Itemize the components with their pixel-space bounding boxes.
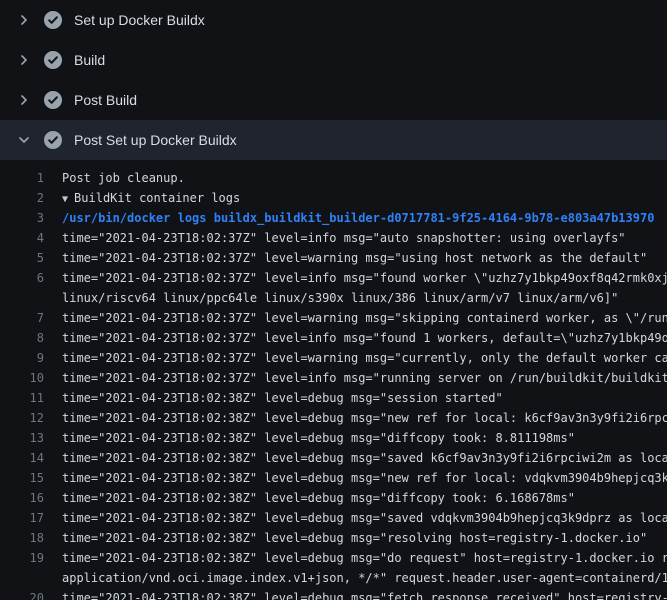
log-line: 7 time="2021-04-23T18:02:37Z" level=warni…	[0, 308, 667, 328]
log-text: time="2021-04-23T18:02:38Z" level=debug …	[62, 508, 667, 528]
line-number[interactable]: 6	[0, 268, 44, 288]
step-title: Set up Docker Buildx	[74, 12, 205, 28]
log-line: 16 time="2021-04-23T18:02:38Z" level=debu…	[0, 488, 667, 508]
log-line: 10 time="2021-04-23T18:02:37Z" level=info…	[0, 368, 667, 388]
log-line: 17 time="2021-04-23T18:02:38Z" level=debu…	[0, 508, 667, 528]
log-text: time="2021-04-23T18:02:38Z" level=debug …	[62, 388, 503, 408]
line-number[interactable]: 1	[0, 168, 44, 188]
log-line: 13 time="2021-04-23T18:02:38Z" level=debu…	[0, 428, 667, 448]
log-area: 1 Post job cleanup. 2 ▼ BuildKit container …	[0, 160, 667, 600]
log-text: time="2021-04-23T18:02:38Z" level=debug …	[62, 428, 575, 448]
step-row-set-up-docker-buildx[interactable]: Set up Docker Buildx	[0, 0, 667, 40]
log-line: linux/riscv64 linux/ppc64le linux/s390x …	[0, 288, 667, 308]
check-circle-icon	[44, 131, 62, 149]
log-text: linux/riscv64 linux/ppc64le linux/s390x …	[62, 288, 618, 308]
line-number[interactable]: 11	[0, 388, 44, 408]
line-number[interactable]: 2	[0, 188, 44, 208]
chevron-right-icon	[16, 92, 32, 108]
log-line: 9 time="2021-04-23T18:02:37Z" level=warni…	[0, 348, 667, 368]
check-circle-icon	[44, 11, 62, 29]
log-line: 3/usr/bin/docker logs buildx_buildkit_bu…	[0, 208, 667, 228]
step-title: Post Build	[74, 92, 137, 108]
log-text: time="2021-04-23T18:02:38Z" level=debug …	[62, 468, 667, 488]
line-number[interactable]: 7	[0, 308, 44, 328]
log-text: time="2021-04-23T18:02:37Z" level=info m…	[62, 268, 667, 288]
log-text: time="2021-04-23T18:02:37Z" level=warnin…	[62, 348, 667, 368]
line-number[interactable]: 17	[0, 508, 44, 528]
step-title: Build	[74, 52, 105, 68]
line-number[interactable]: 10	[0, 368, 44, 388]
log-text: time="2021-04-23T18:02:37Z" level=warnin…	[62, 308, 667, 328]
step-row-build[interactable]: Build	[0, 40, 667, 80]
line-number[interactable]: 14	[0, 448, 44, 468]
log-line: 5 time="2021-04-23T18:02:37Z" level=warni…	[0, 248, 667, 268]
log-line: 14 time="2021-04-23T18:02:38Z" level=debu…	[0, 448, 667, 468]
log-text: time="2021-04-23T18:02:38Z" level=debug …	[62, 548, 667, 568]
log-text: time="2021-04-23T18:02:38Z" level=debug …	[62, 408, 667, 428]
log-text: application/vnd.oci.image.index.v1+json,…	[62, 568, 667, 588]
log-text: time="2021-04-23T18:02:38Z" level=debug …	[62, 448, 667, 468]
line-number[interactable]: 4	[0, 228, 44, 248]
log-text: time="2021-04-23T18:02:37Z" level=warnin…	[62, 248, 647, 268]
log-line: 19 time="2021-04-23T18:02:38Z" level=debu…	[0, 548, 667, 568]
chevron-right-icon	[16, 52, 32, 68]
log-line: 11 time="2021-04-23T18:02:38Z" level=debu…	[0, 388, 667, 408]
chevron-right-icon	[16, 12, 32, 28]
log-text: time="2021-04-23T18:02:37Z" level=info m…	[62, 328, 667, 348]
actions-log-viewer: Set up Docker Buildx Build Post Build Post …	[0, 0, 667, 600]
line-number[interactable]: 8	[0, 328, 44, 348]
line-number[interactable]: 19	[0, 548, 44, 568]
log-line: 20 time="2021-04-23T18:02:38Z" level=debu…	[0, 588, 667, 600]
log-line: 12 time="2021-04-23T18:02:38Z" level=debu…	[0, 408, 667, 428]
check-circle-icon	[44, 51, 62, 69]
log-line: 4 time="2021-04-23T18:02:37Z" level=info …	[0, 228, 667, 248]
line-number[interactable]: 15	[0, 468, 44, 488]
log-line: 1 Post job cleanup.	[0, 168, 667, 188]
line-number[interactable]: 12	[0, 408, 44, 428]
line-number[interactable]: 5	[0, 248, 44, 268]
line-number[interactable]: 9	[0, 348, 44, 368]
line-number[interactable]: 18	[0, 528, 44, 548]
line-number	[0, 568, 44, 588]
log-line: 15 time="2021-04-23T18:02:38Z" level=debu…	[0, 468, 667, 488]
check-circle-icon	[44, 91, 62, 109]
log-group-toggle[interactable]: ▼ BuildKit container logs	[62, 188, 240, 208]
line-number[interactable]: 3	[0, 208, 44, 228]
line-number[interactable]: 20	[0, 588, 44, 600]
log-text: time="2021-04-23T18:02:37Z" level=info m…	[62, 228, 626, 248]
log-line: 2 ▼ BuildKit container logs	[0, 188, 667, 208]
log-text: time="2021-04-23T18:02:38Z" level=debug …	[62, 488, 575, 508]
line-number	[0, 288, 44, 308]
line-number[interactable]: 16	[0, 488, 44, 508]
log-text: time="2021-04-23T18:02:38Z" level=debug …	[62, 588, 667, 600]
log-text: time="2021-04-23T18:02:37Z" level=info m…	[62, 368, 667, 388]
step-row-post-build[interactable]: Post Build	[0, 80, 667, 120]
triangle-down-icon: ▼	[62, 194, 74, 205]
step-row-post-set-up-docker-buildx[interactable]: Post Set up Docker Buildx	[0, 120, 667, 160]
log-text: Post job cleanup.	[62, 168, 185, 188]
log-line: application/vnd.oci.image.index.v1+json,…	[0, 568, 667, 588]
line-number[interactable]: 13	[0, 428, 44, 448]
log-text: time="2021-04-23T18:02:38Z" level=debug …	[62, 528, 647, 548]
steps-list: Set up Docker Buildx Build Post Build Post …	[0, 0, 667, 160]
log-line: 6 time="2021-04-23T18:02:37Z" level=info …	[0, 268, 667, 288]
log-command-text: /usr/bin/docker logs buildx_buildkit_bui…	[62, 208, 654, 228]
log-line: 8 time="2021-04-23T18:02:37Z" level=info …	[0, 328, 667, 348]
log-line: 18 time="2021-04-23T18:02:38Z" level=debu…	[0, 528, 667, 548]
chevron-down-icon	[16, 132, 32, 148]
step-title: Post Set up Docker Buildx	[74, 132, 237, 148]
